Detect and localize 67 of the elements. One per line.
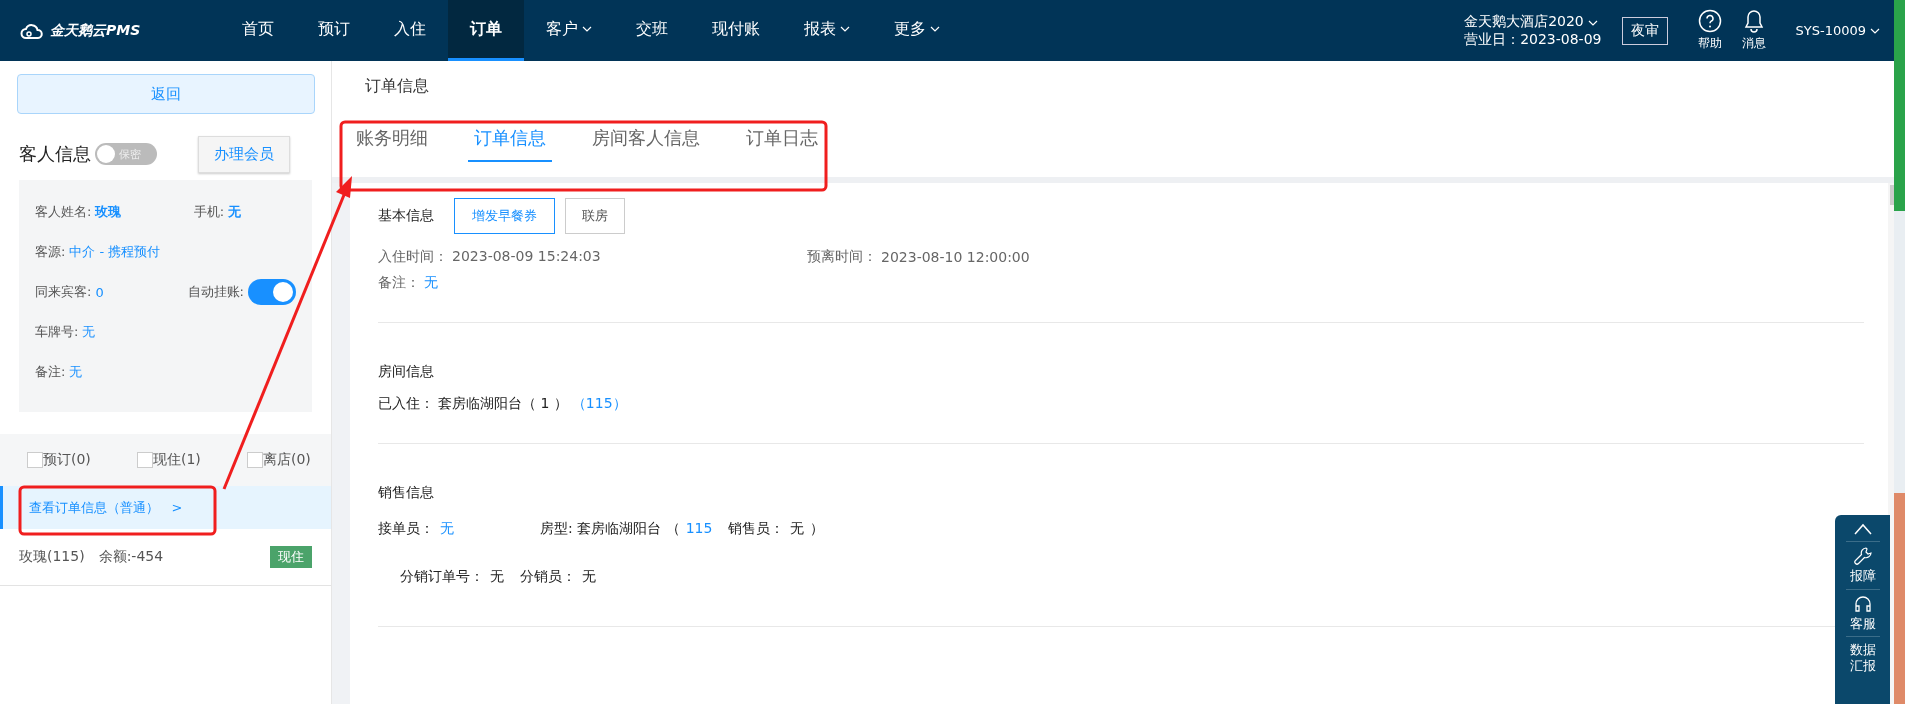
checkbox-label[interactable]: 离店(0) — [263, 451, 311, 469]
field-value: 115 — [685, 520, 713, 538]
field-label: 车牌号: — [35, 323, 79, 341]
nav-item[interactable]: 报表 — [782, 0, 872, 61]
field-value: ） — [810, 520, 825, 538]
field-value: 无 — [790, 520, 805, 538]
business-date: 营业日：2023-08-09 — [1464, 30, 1602, 49]
tab[interactable]: 订单日志 — [740, 125, 824, 162]
field-label: 销售员： — [728, 520, 785, 538]
field-label: 客源: — [35, 243, 66, 261]
guest-info-title: 客人信息 — [19, 142, 91, 166]
field-value: 2023-08-09 15:24:03 — [452, 248, 601, 266]
nav-item[interactable]: 订单 — [448, 0, 524, 61]
user-menu[interactable]: SYS-10009 — [1795, 23, 1880, 38]
float-item[interactable]: 报障 — [1849, 568, 1876, 584]
field-label: 预离时间： — [807, 248, 877, 266]
field-label: 自动挂账: — [187, 283, 244, 301]
field-value: 无 — [582, 568, 596, 586]
section-title: 销售信息 — [378, 484, 434, 500]
nav-item[interactable]: 首页 — [220, 0, 296, 61]
field-value: 无 — [82, 323, 96, 341]
field-label: 客人姓名: — [35, 203, 92, 221]
float-item[interactable]: 数据汇报 — [1849, 642, 1876, 674]
night-audit-button[interactable]: 夜审 — [1621, 16, 1668, 45]
nav-item[interactable]: 更多 — [872, 0, 962, 61]
tool-label[interactable]: 消息 — [1741, 35, 1766, 52]
tool-label[interactable]: 帮助 — [1697, 35, 1722, 52]
checkbox-label[interactable]: 预订(0) — [43, 451, 91, 469]
field-value: 2023-08-10 12:00:00 — [881, 249, 1030, 265]
nav-item[interactable]: 现付账 — [690, 0, 782, 61]
field-value: 中介 - 携程预付 — [69, 243, 161, 261]
checkbox-label[interactable]: 现住(1) — [153, 451, 201, 469]
field-label: 接单员： — [378, 520, 434, 538]
field-label: 同来宾客: — [35, 283, 92, 301]
field-value: 无 — [228, 203, 242, 221]
field-value: 玫瑰 — [95, 203, 122, 221]
field-label: 入住时间： — [378, 248, 448, 266]
field-label: 分销订单号： — [400, 568, 484, 586]
nav-item[interactable]: 客户 — [524, 0, 614, 61]
tab[interactable]: 账务明细 — [350, 125, 434, 162]
section-title: 基本信息 — [378, 207, 434, 225]
tab[interactable]: 房间客人信息 — [586, 125, 706, 162]
balance-text: 余额:-454 — [98, 548, 164, 566]
page-title: 订单信息 — [365, 76, 429, 97]
field-label: 备注: — [35, 363, 66, 381]
nav-item[interactable]: 预订 — [296, 0, 372, 61]
field-label: 手机: — [193, 203, 225, 221]
room-number: （115） — [571, 395, 627, 413]
field-value: 无 — [424, 274, 438, 292]
app-logo: 金天鹅云PMS — [50, 21, 141, 40]
section-title: 房间信息 — [378, 363, 434, 379]
room-type: 套房临湖阳台（ 1 ） — [438, 395, 568, 413]
hotel-selector[interactable]: 金天鹅大酒店2020 — [1464, 12, 1602, 31]
field-label: 分销员： — [520, 568, 576, 586]
field-label: 房型: 套房临湖阳台 （ — [540, 520, 680, 538]
nav-item[interactable]: 入住 — [372, 0, 448, 61]
field-label: 备注： — [378, 274, 420, 292]
status-badge: 现住 — [270, 546, 312, 568]
nav-item[interactable]: 交班 — [614, 0, 690, 61]
field-value: 无 — [440, 520, 454, 538]
field-label: 已入住： — [378, 395, 434, 413]
field-value: 0 — [95, 284, 104, 300]
field-value: 无 — [490, 568, 504, 586]
float-item[interactable]: 客服 — [1849, 615, 1876, 632]
field-value: 无 — [69, 363, 83, 381]
action-button[interactable]: 联房 — [565, 198, 625, 234]
room-guest: 玫瑰(115) — [19, 548, 85, 566]
